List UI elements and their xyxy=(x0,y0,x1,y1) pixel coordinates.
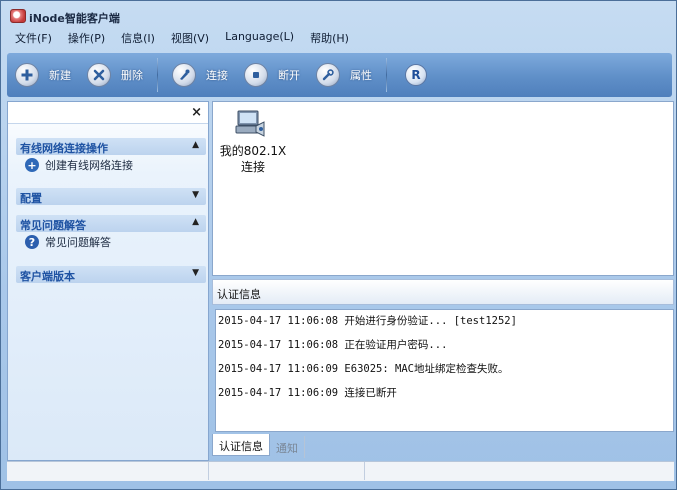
section-header[interactable]: 客户端版本 ▼ xyxy=(16,266,206,283)
wrench-icon xyxy=(316,63,340,87)
section-header[interactable]: 有线网络连接操作 ▲ xyxy=(16,138,206,155)
disconnect-button[interactable]: 断开 xyxy=(236,60,308,90)
new-label: 新建 xyxy=(49,69,71,82)
app-logo-icon xyxy=(10,9,26,23)
auth-log[interactable]: 2015-04-17 11:06:08 开始进行身份验证... [test125… xyxy=(215,309,674,432)
toolbar: 新建 删除 连接 断开 属性 R xyxy=(7,53,672,97)
menu-info[interactable]: 信息(I) xyxy=(113,29,163,47)
menu-file[interactable]: 文件(F) xyxy=(7,29,60,47)
section-faq: 常见问题解答 ▲ ? 常见问题解答 xyxy=(16,215,206,252)
section-config: 配置 ▼ xyxy=(16,188,206,205)
properties-button[interactable]: 属性 xyxy=(308,60,380,90)
menu-operation[interactable]: 操作(P) xyxy=(60,29,113,47)
stop-icon xyxy=(244,63,268,87)
collapse-arrow-icon[interactable]: ▲ xyxy=(192,140,199,150)
title-bar[interactable]: iNode智能客户端 xyxy=(1,1,676,27)
delete-button[interactable]: 删除 xyxy=(79,60,151,90)
window-title: iNode智能客户端 xyxy=(29,12,120,25)
toolbar-separator xyxy=(386,58,387,92)
connection-list: 我的802.1X 连接 xyxy=(212,101,674,276)
connection-name[interactable]: 我的802.1X xyxy=(219,142,287,159)
plus-circle-icon: + xyxy=(25,158,39,172)
status-cell xyxy=(7,462,209,480)
menu-help[interactable]: 帮助(H) xyxy=(302,29,357,47)
menu-view[interactable]: 视图(V) xyxy=(163,29,217,47)
section-title: 常见问题解答 xyxy=(20,219,86,232)
log-line: 2015-04-17 11:06:08 正在验证用户密码... xyxy=(218,339,448,351)
expand-arrow-icon[interactable]: ▼ xyxy=(192,190,199,200)
auth-info-header: 认证信息 xyxy=(212,279,674,305)
expand-arrow-icon[interactable]: ▼ xyxy=(192,268,199,278)
section-title: 配置 xyxy=(20,192,42,205)
link-label: 创建有线网络连接 xyxy=(45,159,133,172)
close-icon[interactable]: × xyxy=(191,105,202,120)
collapse-arrow-icon[interactable]: ▲ xyxy=(192,217,199,227)
section-header[interactable]: 常见问题解答 ▲ xyxy=(16,215,206,232)
menu-bar: 文件(F) 操作(P) 信息(I) 视图(V) Language(L) 帮助(H… xyxy=(7,29,357,47)
link-label: 常见问题解答 xyxy=(45,236,111,249)
status-bar xyxy=(7,461,674,481)
main-window: iNode智能客户端 文件(F) 操作(P) 信息(I) 视图(V) Langu… xyxy=(0,0,677,490)
disconnect-label: 断开 xyxy=(278,69,300,82)
new-button[interactable]: 新建 xyxy=(7,60,79,90)
connection-name-line2[interactable]: 连接 xyxy=(219,158,287,175)
help-circle-icon: ? xyxy=(25,235,39,249)
section-title: 有线网络连接操作 xyxy=(20,142,108,155)
network-computer-icon[interactable] xyxy=(234,108,266,140)
menu-language[interactable]: Language(L) xyxy=(217,29,302,47)
connect-label: 连接 xyxy=(206,69,228,82)
tab-notice[interactable]: 通知 xyxy=(270,436,305,458)
status-cell xyxy=(209,462,365,480)
connect-icon xyxy=(172,63,196,87)
r-logo-icon[interactable]: R xyxy=(405,64,427,86)
log-line: 2015-04-17 11:06:08 开始进行身份验证... [test125… xyxy=(218,315,517,327)
log-line: 2015-04-17 11:06:09 连接已断开 xyxy=(218,387,397,399)
plus-icon xyxy=(15,63,39,87)
connect-button[interactable]: 连接 xyxy=(164,60,236,90)
delete-label: 删除 xyxy=(121,69,143,82)
log-line: 2015-04-17 11:06:09 E63025: MAC地址绑定检查失败。 xyxy=(218,363,509,375)
close-x-icon xyxy=(87,63,111,87)
toolbar-separator xyxy=(157,58,158,92)
tab-auth-info[interactable]: 认证信息 xyxy=(212,434,270,456)
left-task-panel: × 有线网络连接操作 ▲ + 创建有线网络连接 配置 ▼ 常见问题解答 ▲ ? … xyxy=(7,101,209,461)
bottom-tabs: 认证信息 通知 xyxy=(212,434,674,458)
status-cell xyxy=(365,462,673,480)
section-header[interactable]: 配置 ▼ xyxy=(16,188,206,205)
section-wired-connection: 有线网络连接操作 ▲ + 创建有线网络连接 xyxy=(16,138,206,175)
section-title: 客户端版本 xyxy=(20,270,75,283)
properties-label: 属性 xyxy=(350,69,372,82)
faq-link[interactable]: ? 常见问题解答 xyxy=(16,232,206,252)
left-panel-header xyxy=(8,102,208,124)
section-client-version: 客户端版本 ▼ xyxy=(16,266,206,283)
auth-info-title: 认证信息 xyxy=(217,288,261,301)
create-wired-connection-link[interactable]: + 创建有线网络连接 xyxy=(16,155,206,175)
